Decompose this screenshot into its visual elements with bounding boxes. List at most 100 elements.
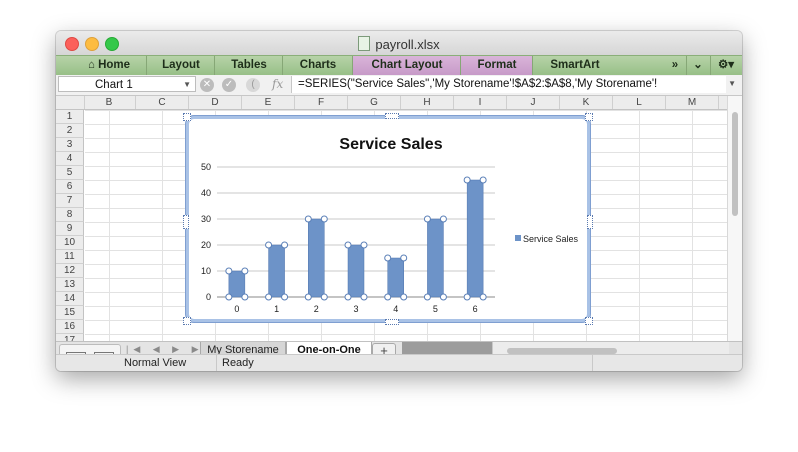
bar[interactable] (268, 244, 285, 298)
row-header[interactable]: 6 (56, 180, 84, 194)
tab-smartart[interactable]: SmartArt (532, 56, 617, 75)
column-header[interactable]: H (401, 96, 454, 109)
collapse-ribbon-icon[interactable]: ⌄ (686, 56, 709, 75)
y-tick-label: 10 (201, 266, 211, 276)
row-header[interactable]: 17 (56, 334, 84, 341)
tab-tables[interactable]: Tables (214, 56, 283, 75)
title-bar: payroll.xlsx (56, 31, 742, 55)
tab-charts[interactable]: Charts (282, 56, 353, 75)
bar[interactable] (387, 257, 404, 298)
name-box[interactable]: Chart 1 ▼ (58, 76, 196, 92)
row-header[interactable]: 16 (56, 320, 84, 334)
selection-handle[interactable] (304, 215, 312, 223)
column-header[interactable]: I (454, 96, 507, 109)
row-header[interactable]: 3 (56, 138, 84, 152)
row-header[interactable]: 10 (56, 236, 84, 250)
bar[interactable] (347, 244, 365, 298)
y-tick-label: 50 (201, 162, 211, 172)
formula-bar: Chart 1 ▼ ✕ ✓ ( fx =SERIES("Service Sales… (56, 75, 742, 96)
column-headers: BCDEFGHIJKLM (56, 96, 728, 110)
column-header[interactable]: J (507, 96, 560, 109)
column-header[interactable]: L (613, 96, 666, 109)
row-header[interactable]: 15 (56, 306, 84, 320)
column-header[interactable]: D (189, 96, 242, 109)
window-title-text: payroll.xlsx (375, 37, 440, 52)
vertical-scroll-thumb[interactable] (732, 112, 738, 216)
row-header[interactable]: 8 (56, 208, 84, 222)
selection-handle[interactable] (400, 254, 408, 262)
selection-handle[interactable] (241, 293, 249, 301)
selection-handle[interactable] (479, 176, 487, 184)
selection-handle[interactable] (479, 293, 487, 301)
more-tabs-icon[interactable]: » (666, 56, 684, 75)
selection-handle[interactable] (439, 215, 447, 223)
status-bar: Normal View Ready (56, 354, 742, 371)
selection-handle[interactable] (360, 241, 368, 249)
column-header[interactable]: F (295, 96, 348, 109)
column-header[interactable]: M (666, 96, 719, 109)
selection-handle[interactable] (384, 293, 392, 301)
formula-input[interactable]: =SERIES("Service Sales",'My Storename'!$… (291, 76, 726, 93)
row-header[interactable]: 2 (56, 124, 84, 138)
selection-handle[interactable] (225, 267, 233, 275)
tab-chart-layout[interactable]: Chart Layout (352, 56, 461, 75)
chevron-down-icon[interactable]: ▼ (183, 77, 191, 93)
insert-function-icon[interactable]: fx (272, 77, 283, 91)
bar[interactable] (228, 270, 246, 298)
row-header[interactable]: 1 (56, 110, 84, 124)
selection-handle[interactable] (423, 293, 431, 301)
row-header[interactable]: 4 (56, 152, 84, 166)
selection-handle[interactable] (320, 293, 328, 301)
select-all-corner[interactable] (56, 96, 85, 109)
row-header[interactable]: 7 (56, 194, 84, 208)
selection-handle[interactable] (439, 293, 447, 301)
selection-handle[interactable] (241, 267, 249, 275)
cancel-icon[interactable]: ✕ (200, 78, 214, 92)
column-header[interactable]: G (348, 96, 401, 109)
selection-handle[interactable] (304, 293, 312, 301)
tab-layout[interactable]: Layout (146, 56, 215, 75)
row-header[interactable]: 12 (56, 264, 84, 278)
column-header[interactable]: C (136, 96, 189, 109)
tab-format[interactable]: Format (460, 56, 533, 75)
x-tick-label: 1 (274, 304, 279, 314)
selection-handle[interactable] (423, 215, 431, 223)
tab-home[interactable]: ⌂ Home (74, 56, 144, 75)
confirm-icon[interactable]: ✓ (222, 78, 236, 92)
resize-handle[interactable] (385, 319, 399, 325)
selection-handle[interactable] (360, 293, 368, 301)
selection-handle[interactable] (320, 215, 328, 223)
column-header[interactable]: K (560, 96, 613, 109)
row-header[interactable]: 11 (56, 250, 84, 264)
gear-icon[interactable]: ⚙▾ (710, 56, 741, 75)
column-header[interactable]: B (83, 96, 136, 109)
row-header[interactable]: 14 (56, 292, 84, 306)
expand-formula-icon[interactable]: ▼ (728, 79, 736, 88)
selection-handle[interactable] (225, 293, 233, 301)
bar[interactable] (308, 218, 325, 298)
selection-handle[interactable] (281, 241, 289, 249)
function-paren-icon[interactable]: ( (246, 78, 260, 92)
x-tick-label: 5 (433, 304, 438, 314)
selection-handle[interactable] (463, 293, 471, 301)
selection-handle[interactable] (463, 176, 471, 184)
selection-handle[interactable] (344, 241, 352, 249)
bar[interactable] (466, 179, 484, 298)
selection-handle[interactable] (265, 293, 273, 301)
chart-bars (225, 176, 487, 301)
status-divider (592, 355, 593, 371)
x-tick-label: 3 (353, 304, 358, 314)
chart-object[interactable]: Service Sales 0 10 20 30 40 50 0 1 2 3 4 5 6 Service… (183, 113, 593, 325)
vertical-scrollbar[interactable] (727, 96, 742, 341)
row-header[interactable]: 13 (56, 278, 84, 292)
selection-handle[interactable] (384, 254, 392, 262)
row-header[interactable]: 5 (56, 166, 84, 180)
selection-handle[interactable] (281, 293, 289, 301)
selection-handle[interactable] (344, 293, 352, 301)
column-header[interactable]: E (242, 96, 295, 109)
resize-handle[interactable] (587, 215, 593, 229)
selection-handle[interactable] (265, 241, 273, 249)
bar[interactable] (427, 218, 444, 298)
selection-handle[interactable] (400, 293, 408, 301)
row-header[interactable]: 9 (56, 222, 84, 236)
